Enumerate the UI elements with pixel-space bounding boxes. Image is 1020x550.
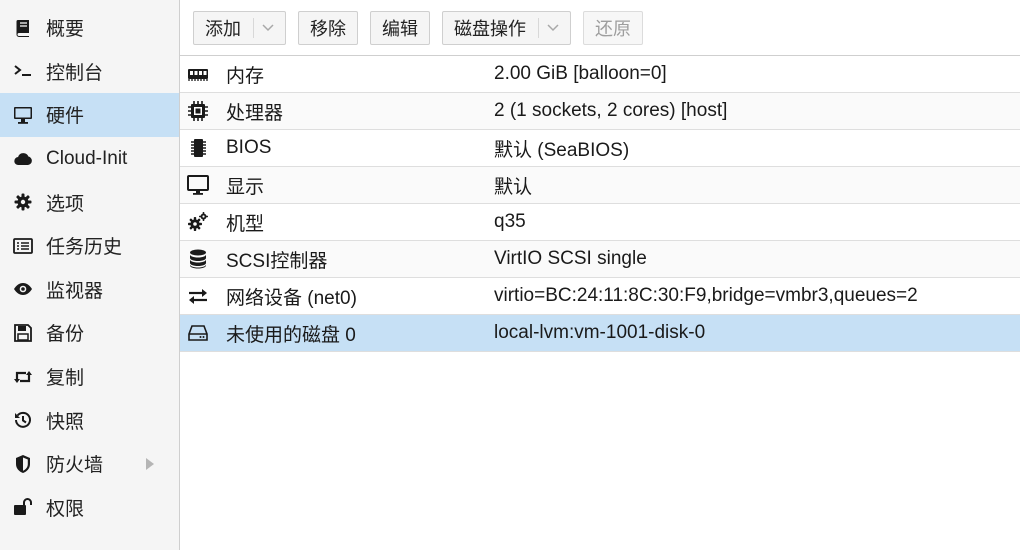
- sidebar-item-summary[interactable]: 概要: [0, 6, 179, 50]
- row-value: local-lvm:vm-1001-disk-0: [494, 322, 706, 343]
- row-value: 默认 (SeaBIOS): [494, 139, 630, 161]
- hardware-row-processor[interactable]: 处理器 2 (1 sockets, 2 cores) [host]: [180, 93, 1020, 130]
- hardware-row-memory[interactable]: 内存 2.00 GiB [balloon=0]: [180, 56, 1020, 93]
- eye-icon: [12, 278, 34, 300]
- revert-button[interactable]: 还原: [583, 10, 643, 45]
- sidebar-item-label: 复制: [46, 368, 85, 390]
- sidebar-item-snapshots[interactable]: 快照: [0, 398, 179, 442]
- sidebar-item-label: 权限: [46, 498, 85, 520]
- chevron-down-icon: [547, 23, 559, 31]
- expand-arrow-icon[interactable]: [145, 457, 155, 471]
- hardware-row-bios[interactable]: BIOS 默认 (SeaBIOS): [180, 130, 1020, 167]
- button-separator: [538, 17, 539, 38]
- row-key-cell: 机型: [180, 209, 494, 236]
- row-value: q35: [494, 211, 526, 232]
- sidebar-item-label: 监视器: [46, 280, 104, 302]
- hardware-row-display[interactable]: 显示 默认: [180, 167, 1020, 204]
- sidebar: 概要 控制台 硬件 Cloud-Init 选项 任务历史 监视器 备份 复制 快…: [0, 0, 180, 550]
- disk-action-button-label: 磁盘操作: [454, 18, 526, 39]
- row-key-cell: BIOS: [180, 136, 494, 160]
- hardware-row-network-device[interactable]: 网络设备 (net0) virtio=BC:24:11:8C:30:F9,bri…: [180, 278, 1020, 315]
- sidebar-item-console[interactable]: 控制台: [0, 50, 179, 94]
- microchip-icon: [186, 136, 210, 160]
- chevron-down-icon: [262, 23, 274, 31]
- sidebar-item-label: 选项: [46, 193, 85, 215]
- row-key-label: 显示: [226, 176, 265, 198]
- row-key-cell: 处理器: [180, 98, 494, 125]
- database-icon: [186, 247, 210, 271]
- sidebar-item-replication[interactable]: 复制: [0, 355, 179, 399]
- row-value: VirtIO SCSI single: [494, 248, 647, 269]
- gear-icon: [12, 191, 34, 213]
- row-value: 2 (1 sockets, 2 cores) [host]: [494, 100, 728, 121]
- revert-button-label: 还原: [595, 18, 631, 39]
- hdd-icon: [186, 321, 210, 345]
- cpu-icon: [186, 99, 210, 123]
- row-key-label: 内存: [226, 65, 265, 87]
- shield-icon: [12, 453, 34, 475]
- sidebar-item-permissions[interactable]: 权限: [0, 486, 179, 530]
- row-key-label: BIOS: [226, 137, 272, 158]
- hardware-row-machine[interactable]: 机型 q35: [180, 204, 1020, 241]
- sidebar-item-label: Cloud-Init: [46, 147, 128, 169]
- terminal-icon: [12, 60, 34, 82]
- sidebar-item-task-history[interactable]: 任务历史: [0, 224, 179, 268]
- sidebar-item-firewall[interactable]: 防火墙: [0, 442, 179, 486]
- list-icon: [12, 235, 34, 257]
- book-icon: [12, 17, 34, 39]
- sidebar-item-label: 快照: [46, 411, 85, 433]
- hardware-row-unused-disk[interactable]: 未使用的磁盘 0 local-lvm:vm-1001-disk-0: [180, 315, 1020, 352]
- save-icon: [12, 322, 34, 344]
- remove-button-label: 移除: [310, 18, 346, 39]
- row-value: virtio=BC:24:11:8C:30:F9,bridge=vmbr3,qu…: [494, 285, 918, 306]
- sidebar-item-label: 概要: [46, 19, 85, 41]
- desktop-icon: [186, 173, 210, 197]
- sidebar-item-label: 硬件: [46, 106, 85, 128]
- row-key-cell: 未使用的磁盘 0: [180, 320, 494, 347]
- button-separator: [253, 17, 254, 38]
- row-key-cell: 内存: [180, 61, 494, 88]
- sidebar-item-label: 任务历史: [46, 237, 123, 259]
- row-key-label: 网络设备 (net0): [226, 287, 357, 309]
- edit-button-label: 编辑: [382, 18, 418, 39]
- row-key-cell: SCSI控制器: [180, 246, 494, 273]
- memory-icon: [186, 62, 210, 86]
- add-button-label: 添加: [205, 18, 241, 39]
- app-window: 概要 控制台 硬件 Cloud-Init 选项 任务历史 监视器 备份 复制 快…: [0, 0, 1020, 550]
- row-value: 2.00 GiB [balloon=0]: [494, 63, 667, 84]
- unlock-icon: [12, 496, 34, 518]
- add-button[interactable]: 添加: [193, 10, 286, 45]
- row-key-label: 处理器: [226, 102, 284, 124]
- retweet-icon: [12, 366, 34, 388]
- cloud-icon: [12, 148, 34, 170]
- main-panel: 添加 移除 编辑 磁盘操作 还原 内存 2.00 GiB [balloon=0]…: [180, 0, 1020, 550]
- sidebar-item-label: 防火墙: [46, 455, 104, 477]
- cogs-icon: [186, 210, 210, 234]
- sidebar-item-label: 备份: [46, 324, 85, 346]
- sidebar-item-options[interactable]: 选项: [0, 180, 179, 224]
- exchange-icon: [186, 284, 210, 308]
- row-key-label: SCSI控制器: [226, 250, 328, 272]
- edit-button[interactable]: 编辑: [370, 10, 430, 45]
- sidebar-item-label: 控制台: [46, 62, 104, 84]
- remove-button[interactable]: 移除: [298, 10, 358, 45]
- row-value: 默认: [494, 176, 533, 198]
- row-key-cell: 网络设备 (net0): [180, 283, 494, 310]
- monitor-icon: [12, 104, 34, 126]
- hardware-row-scsi-controller[interactable]: SCSI控制器 VirtIO SCSI single: [180, 241, 1020, 278]
- disk-action-button[interactable]: 磁盘操作: [442, 10, 571, 45]
- row-key-label: 机型: [226, 213, 265, 235]
- sidebar-item-cloud-init[interactable]: Cloud-Init: [0, 137, 179, 181]
- sidebar-item-hardware[interactable]: 硬件: [0, 93, 179, 137]
- hardware-grid: 内存 2.00 GiB [balloon=0] 处理器 2 (1 sockets…: [180, 56, 1020, 352]
- sidebar-item-monitor[interactable]: 监视器: [0, 268, 179, 312]
- history-icon: [12, 409, 34, 431]
- row-key-cell: 显示: [180, 172, 494, 199]
- sidebar-item-backup[interactable]: 备份: [0, 311, 179, 355]
- toolbar: 添加 移除 编辑 磁盘操作 还原: [180, 0, 1020, 56]
- row-key-label: 未使用的磁盘 0: [226, 324, 356, 346]
